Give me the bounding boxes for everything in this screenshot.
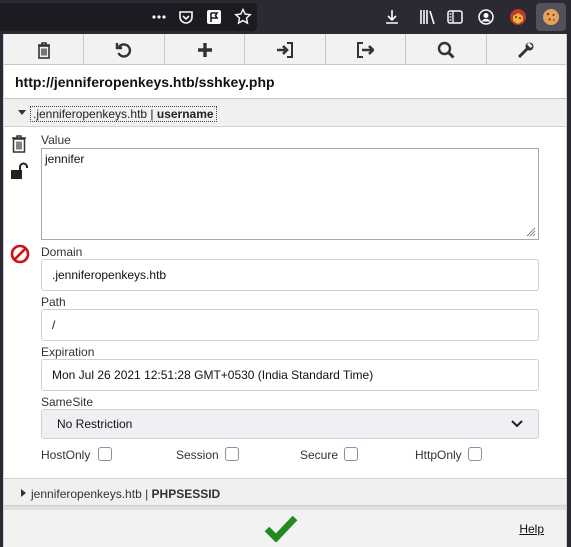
value-label: Value	[41, 133, 71, 147]
more-icon[interactable]	[147, 5, 171, 29]
secure-checkbox[interactable]	[344, 447, 358, 461]
pocket-icon[interactable]	[174, 5, 198, 29]
expiration-input[interactable]: Mon Jul 26 2021 12:51:28 GMT+0530 (India…	[41, 359, 539, 391]
httponly-checkbox[interactable]	[468, 447, 482, 461]
checkmark-icon	[264, 515, 298, 543]
value-textarea[interactable]: jennifer	[41, 148, 539, 240]
path-label: Path	[41, 295, 66, 309]
unlock-icon	[11, 162, 28, 179]
cookie-header-label: .jenniferopenkeys.htb | username	[30, 106, 217, 122]
sidebar-icon[interactable]	[443, 5, 467, 29]
domain-value: .jenniferopenkeys.htb	[52, 268, 167, 282]
account-icon[interactable]	[474, 5, 498, 29]
refresh-icon	[115, 42, 132, 58]
expiration-label: Expiration	[41, 345, 95, 359]
hostonly-label: HostOnly	[41, 448, 91, 462]
library-icon[interactable]	[416, 5, 440, 29]
add-cookie-button[interactable]	[165, 34, 246, 65]
cookie-header-username[interactable]: .jenniferopenkeys.htb | username	[4, 99, 566, 127]
hostonly-checkbox[interactable]	[98, 447, 112, 461]
cookie-name: username	[156, 107, 214, 121]
import-button[interactable]	[245, 34, 326, 65]
path-value: /	[52, 318, 56, 332]
extension-icon[interactable]	[506, 5, 530, 29]
httponly-label: HttpOnly	[415, 448, 462, 462]
session-label: Session	[176, 448, 219, 462]
path-input[interactable]: /	[41, 309, 539, 341]
refresh-button[interactable]	[84, 34, 165, 65]
cookie-name: PHPSESSID	[151, 487, 221, 501]
download-icon[interactable]	[380, 5, 404, 29]
secure-label: Secure	[300, 448, 339, 462]
cookie-header-phpsessid[interactable]: jenniferopenkeys.htb | PHPSESSID	[4, 478, 566, 506]
export-icon	[357, 41, 375, 58]
settings-button[interactable]	[487, 34, 566, 65]
popup-footer: Help	[4, 506, 566, 547]
import-icon	[276, 41, 293, 58]
expiration-value: Mon Jul 26 2021 12:51:28 GMT+0530 (India…	[52, 368, 374, 382]
cookie-editor-button[interactable]	[536, 3, 566, 31]
plus-icon	[197, 42, 212, 57]
cookie-editor-popup: http://jenniferopenkeys.htb/sshkey.php .…	[3, 34, 567, 547]
wrench-icon	[518, 42, 534, 58]
browser-toolbar	[0, 0, 571, 34]
session-checkbox[interactable]	[225, 447, 239, 461]
protect-cookie-button[interactable]	[10, 162, 30, 183]
domain-input[interactable]: .jenniferopenkeys.htb	[41, 259, 539, 291]
search-button[interactable]	[406, 34, 487, 65]
cookie-icon	[543, 9, 559, 25]
resize-grip-icon[interactable]	[526, 227, 536, 237]
page-url: http://jenniferopenkeys.htb/sshkey.php	[4, 65, 566, 99]
expand-triangle-icon	[21, 489, 26, 497]
flag-icon[interactable]	[202, 5, 226, 29]
save-button[interactable]	[264, 514, 298, 545]
block-cookie-button[interactable]	[10, 244, 30, 267]
cookie-header-label: jenniferopenkeys.htb | PHPSESSID	[31, 487, 220, 501]
cookie-editor-form: Value jennifer Domain .jenniferopenkeys.…	[4, 128, 566, 477]
value-text: jennifer	[45, 152, 85, 166]
samesite-value: No Restriction	[57, 417, 133, 431]
samesite-label: SameSite	[41, 395, 94, 409]
domain-label: Domain	[41, 245, 83, 259]
block-icon	[10, 244, 30, 264]
cookie-toolbar	[4, 34, 566, 65]
delete-all-button[interactable]	[4, 34, 85, 65]
search-icon	[437, 41, 455, 59]
samesite-select[interactable]: No Restriction	[41, 409, 539, 439]
cookie-domain: .jenniferopenkeys.htb |	[33, 107, 157, 121]
expand-triangle-icon	[18, 110, 26, 115]
export-button[interactable]	[326, 34, 407, 65]
trash-icon	[12, 135, 26, 153]
trash-icon	[37, 41, 50, 59]
delete-cookie-button[interactable]	[10, 134, 28, 156]
help-link[interactable]: Help	[519, 522, 544, 536]
bookmark-star-icon[interactable]	[231, 5, 255, 29]
cookie-domain: jenniferopenkeys.htb |	[31, 487, 152, 501]
chevron-down-icon	[511, 420, 523, 428]
